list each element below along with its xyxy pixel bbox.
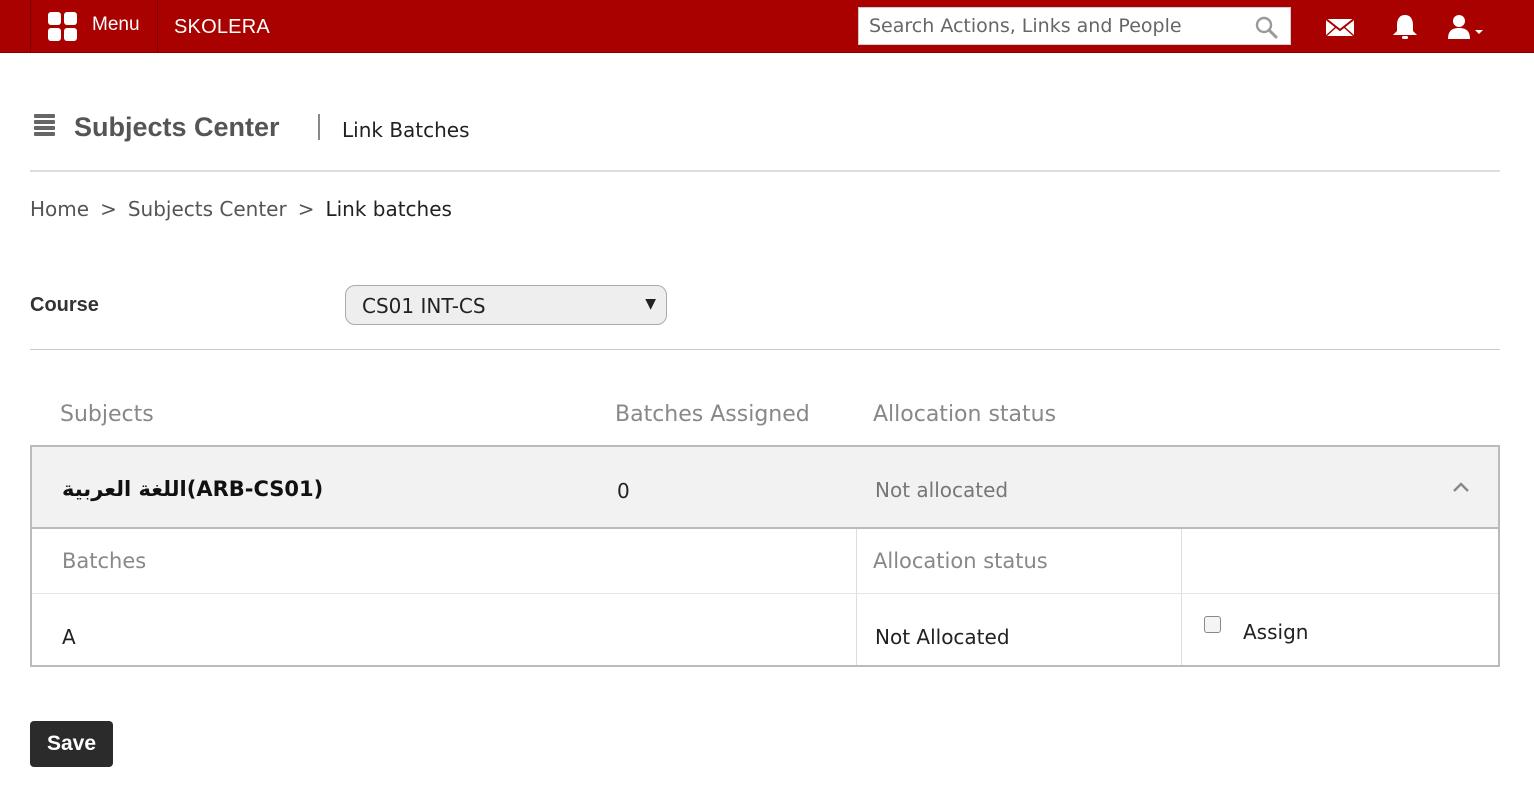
row-divider <box>32 593 1498 594</box>
breadcrumb-separator: > <box>297 197 315 221</box>
subject-allocation-status: Not allocated <box>875 478 1009 502</box>
assign-checkbox[interactable] <box>1204 616 1221 633</box>
header-allocation-status: Allocation status <box>873 402 1057 427</box>
top-navbar: Menu SKOLERA <box>0 0 1534 53</box>
header-batches: Batches <box>62 549 147 573</box>
brand-name[interactable]: SKOLERA <box>174 16 270 39</box>
header-batch-allocation-status: Allocation status <box>873 549 1048 573</box>
subject-row[interactable]: اللغة العربية(ARB-CS01) 0 Not allocated <box>30 445 1500 529</box>
global-search <box>858 7 1291 45</box>
breadcrumb-subjects-center[interactable]: Subjects Center <box>128 197 287 221</box>
batches-assigned-count: 0 <box>617 479 630 503</box>
breadcrumb-home[interactable]: Home <box>30 197 89 221</box>
breadcrumb: Home > Subjects Center > Link batches <box>30 197 452 221</box>
menu-button[interactable]: Menu <box>30 0 158 53</box>
grid-icon <box>48 12 78 42</box>
batches-table: Batches Allocation status A Not Allocate… <box>30 529 1500 667</box>
envelope-icon[interactable] <box>1325 13 1355 41</box>
batch-name: A <box>62 625 76 649</box>
chevron-up-icon[interactable] <box>1452 481 1470 493</box>
column-divider <box>1181 529 1182 665</box>
header-batches-assigned: Batches Assigned <box>615 402 810 427</box>
column-divider <box>856 529 857 665</box>
search-input[interactable] <box>869 13 1249 39</box>
breadcrumb-separator: > <box>100 197 117 221</box>
page-header: Subjects Center Link Batches <box>30 100 1500 172</box>
bell-icon[interactable] <box>1390 13 1420 41</box>
batch-allocation-status: Not Allocated <box>875 625 1010 649</box>
list-icon <box>34 114 56 136</box>
save-button[interactable]: Save <box>30 721 113 767</box>
divider <box>30 349 1500 350</box>
menu-label: Menu <box>92 14 140 35</box>
dropdown-arrow-icon: ▼ <box>645 296 656 312</box>
course-select[interactable]: CS01 INT-CS ▼ <box>345 285 667 325</box>
course-label: Course <box>30 294 99 316</box>
assign-label[interactable]: Assign <box>1243 620 1308 644</box>
header-subjects: Subjects <box>60 402 154 427</box>
page-subtitle: Link Batches <box>342 118 470 142</box>
search-icon[interactable] <box>1254 15 1278 39</box>
page-title: Subjects Center <box>74 112 280 142</box>
breadcrumb-current: Link batches <box>325 197 452 221</box>
user-icon[interactable] <box>1446 13 1486 41</box>
course-selected-value: CS01 INT-CS <box>362 294 486 318</box>
title-divider <box>318 114 320 140</box>
subject-name: اللغة العربية(ARB-CS01) <box>62 477 324 501</box>
